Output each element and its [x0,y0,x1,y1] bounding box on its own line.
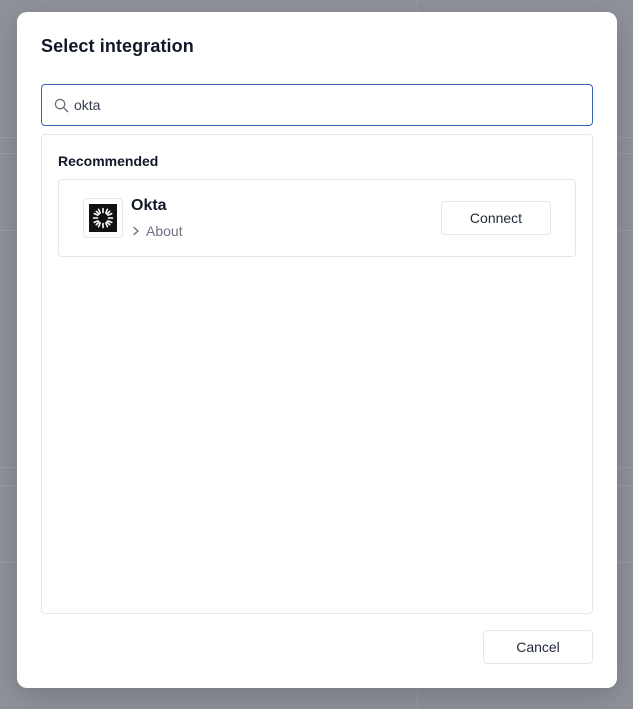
dialog-title: Select integration [41,36,194,56]
cancel-button[interactable]: Cancel [483,630,593,664]
connect-button[interactable]: Connect [441,201,551,235]
chevron-right-icon [133,226,139,236]
integration-name: Okta [131,197,167,214]
results-panel: Recommended Okta About Connect [41,134,593,614]
about-label: About [146,223,183,239]
search-box[interactable] [41,84,593,126]
about-toggle[interactable]: About [131,222,183,240]
integration-card-okta[interactable]: Okta About Connect [58,179,576,257]
okta-logo-icon [83,198,123,238]
section-heading-recommended: Recommended [58,153,159,169]
search-icon [54,98,69,113]
okta-sunburst-icon [92,207,114,229]
search-input[interactable] [74,85,574,125]
select-integration-dialog: Select integration Recommended [17,12,617,688]
